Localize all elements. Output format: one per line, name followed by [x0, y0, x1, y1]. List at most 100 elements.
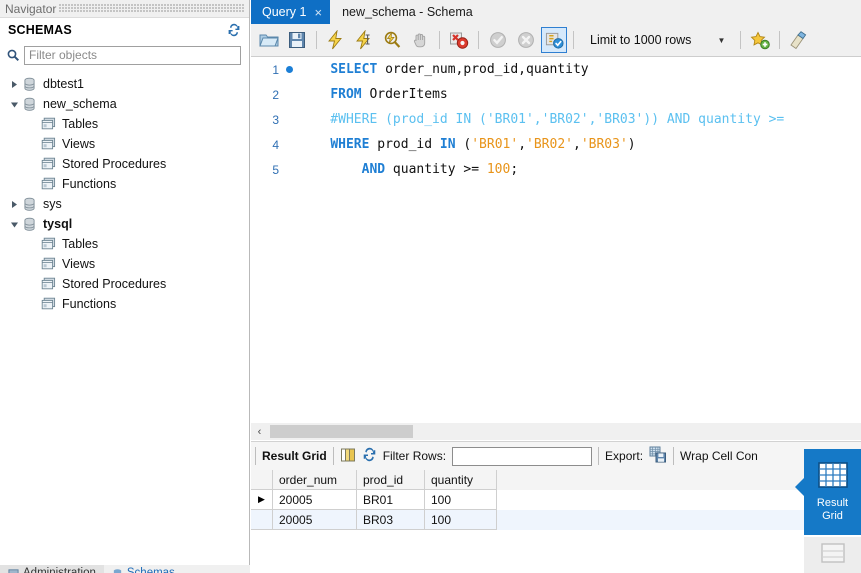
- wrap-cell-content-label[interactable]: Wrap Cell Con: [680, 449, 758, 463]
- tab-query-1-label: Query 1: [262, 5, 307, 19]
- tree-item-views[interactable]: Views: [0, 254, 249, 274]
- schema-tree: dbtest1 new_schema Tables Views Stored P…: [0, 74, 249, 314]
- open-script-icon[interactable]: [256, 27, 282, 53]
- tree-item-label: dbtest1: [43, 77, 85, 91]
- results-grid[interactable]: order_num prod_id quantity ▶ 20005 BR01 100 200…: [251, 470, 861, 573]
- bottom-tab-schemas[interactable]: Schemas: [104, 565, 183, 573]
- tree-item-stored-procedures[interactable]: Stored Procedures: [0, 154, 249, 174]
- execute-statement-icon[interactable]: [323, 27, 349, 53]
- grid-icon: [817, 461, 848, 492]
- tree-item-functions[interactable]: Functions: [0, 294, 249, 314]
- filter-rows-input[interactable]: [452, 446, 593, 466]
- export-label: Export:: [605, 449, 644, 463]
- code-line[interactable]: 1 SELECT order_num,prod_id,quantity: [251, 57, 861, 82]
- toggle-autocommit-icon[interactable]: [541, 27, 567, 53]
- row-marker-icon: ▶: [258, 494, 265, 504]
- table-cell[interactable]: BR01: [357, 490, 425, 510]
- line-number: 5: [272, 162, 279, 177]
- tree-item-new-schema[interactable]: new_schema: [0, 94, 249, 114]
- tree-item-views[interactable]: Views: [0, 134, 249, 154]
- line-number: 2: [272, 87, 279, 102]
- column-header-prod_id[interactable]: prod_id: [357, 470, 425, 490]
- scrollbar-thumb[interactable]: [270, 425, 413, 438]
- commit-icon[interactable]: [485, 27, 511, 53]
- folder-functions-icon: [41, 177, 56, 191]
- panel-drag-grip[interactable]: [59, 4, 245, 13]
- table-row[interactable]: 20005 BR03 100: [251, 510, 861, 530]
- form-editor-icon: [820, 543, 845, 563]
- tree-item-dbtest1[interactable]: dbtest1: [0, 74, 249, 94]
- tree-item-stored-procedures[interactable]: Stored Procedures: [0, 274, 249, 294]
- tree-item-label: Views: [62, 137, 96, 151]
- table-header-row: order_num prod_id quantity: [251, 470, 861, 490]
- filter-rows-label: Filter Rows:: [382, 449, 447, 463]
- chevron-down-icon[interactable]: ▼: [717, 36, 725, 45]
- tree-item-tysql[interactable]: tysql: [0, 214, 249, 234]
- limit-rows-dropdown[interactable]: Limit to 1000 rows ▼: [585, 29, 734, 51]
- line-number: 3: [272, 112, 279, 127]
- schemas-section-header: SCHEMAS: [0, 18, 249, 42]
- tree-item-tables[interactable]: Tables: [0, 114, 249, 134]
- close-icon[interactable]: ×: [314, 6, 322, 19]
- tree-item-sys[interactable]: sys: [0, 194, 249, 214]
- execute-current-statement-icon[interactable]: [351, 27, 377, 53]
- folder-tables-icon: [41, 237, 56, 251]
- filter-objects-row: [0, 42, 249, 68]
- rollback-icon[interactable]: [513, 27, 539, 53]
- bottom-tab-administration[interactable]: Administration: [0, 565, 104, 573]
- beautify-sql-icon[interactable]: [786, 27, 812, 53]
- export-icon[interactable]: [649, 446, 667, 466]
- table-cell[interactable]: 20005: [273, 490, 357, 510]
- navigator-title: Navigator: [5, 1, 57, 16]
- column-header-order_num[interactable]: order_num: [273, 470, 357, 490]
- explain-statement-icon[interactable]: [379, 27, 405, 53]
- row-marker[interactable]: [251, 510, 273, 530]
- refresh-icon[interactable]: [227, 23, 241, 37]
- folder-views-icon: [41, 137, 56, 151]
- code-line[interactable]: 4 WHERE prod_id IN ('BR01','BR02','BR03'…: [251, 132, 861, 157]
- table-cell[interactable]: 20005: [273, 510, 357, 530]
- tree-item-functions[interactable]: Functions: [0, 174, 249, 194]
- chevron-right-icon[interactable]: [6, 200, 22, 209]
- toggle-stop-on-error-icon[interactable]: [446, 27, 472, 53]
- code-line[interactable]: 2 FROM OrderItems: [251, 82, 861, 107]
- add-snippet-icon[interactable]: [747, 27, 773, 53]
- filter-objects-input[interactable]: [24, 45, 241, 65]
- column-header-quantity[interactable]: quantity: [425, 470, 497, 490]
- folder-tables-icon: [41, 117, 56, 131]
- table-cell[interactable]: BR03: [357, 510, 425, 530]
- navigator-header: Navigator: [0, 0, 249, 18]
- chevron-right-icon[interactable]: [6, 80, 22, 89]
- tab-new-schema-schema[interactable]: new_schema - Schema: [330, 0, 483, 24]
- refresh-results-icon[interactable]: [362, 447, 377, 465]
- navigator-panel: Navigator SCHEMAS dbtes: [0, 0, 250, 573]
- code-text: FROM OrderItems: [330, 87, 448, 102]
- tree-item-label: tysql: [43, 217, 73, 231]
- tree-item-label: Functions: [62, 177, 117, 191]
- side-tab-secondary[interactable]: [804, 537, 861, 573]
- save-script-icon[interactable]: [284, 27, 310, 53]
- editor-horizontal-scrollbar[interactable]: ‹: [251, 423, 861, 440]
- chevron-down-icon[interactable]: [6, 100, 22, 109]
- main-area: Query 1 × new_schema - Schema Limit to 1…: [251, 0, 861, 573]
- folder-procedures-icon: [41, 157, 56, 171]
- line-number: 4: [272, 137, 279, 152]
- chevron-down-icon[interactable]: [6, 220, 22, 229]
- table-cell[interactable]: 100: [425, 490, 497, 510]
- limit-rows-label: Limit to 1000 rows: [590, 33, 692, 47]
- folder-procedures-icon: [41, 277, 56, 291]
- scrollbar-track[interactable]: [268, 424, 861, 439]
- code-line[interactable]: 3 #WHERE (prod_id IN ('BR01','BR02','BR0…: [251, 107, 861, 132]
- stop-execution-icon[interactable]: [407, 27, 433, 53]
- table-row[interactable]: ▶ 20005 BR01 100: [251, 490, 861, 510]
- side-tab-result-grid[interactable]: Result Grid: [795, 449, 861, 535]
- tab-query-1[interactable]: Query 1 ×: [251, 0, 331, 24]
- table-cell[interactable]: 100: [425, 510, 497, 530]
- line-number: 1: [272, 62, 279, 77]
- grid-view-icon[interactable]: [340, 447, 356, 466]
- scroll-left-icon[interactable]: ‹: [251, 426, 268, 438]
- tree-item-tables[interactable]: Tables: [0, 234, 249, 254]
- sql-editor[interactable]: 1 SELECT order_num,prod_id,quantity 2 FRO…: [251, 57, 861, 423]
- code-line[interactable]: 5 AND quantity >= 100;: [251, 157, 861, 182]
- row-marker[interactable]: ▶: [251, 490, 273, 510]
